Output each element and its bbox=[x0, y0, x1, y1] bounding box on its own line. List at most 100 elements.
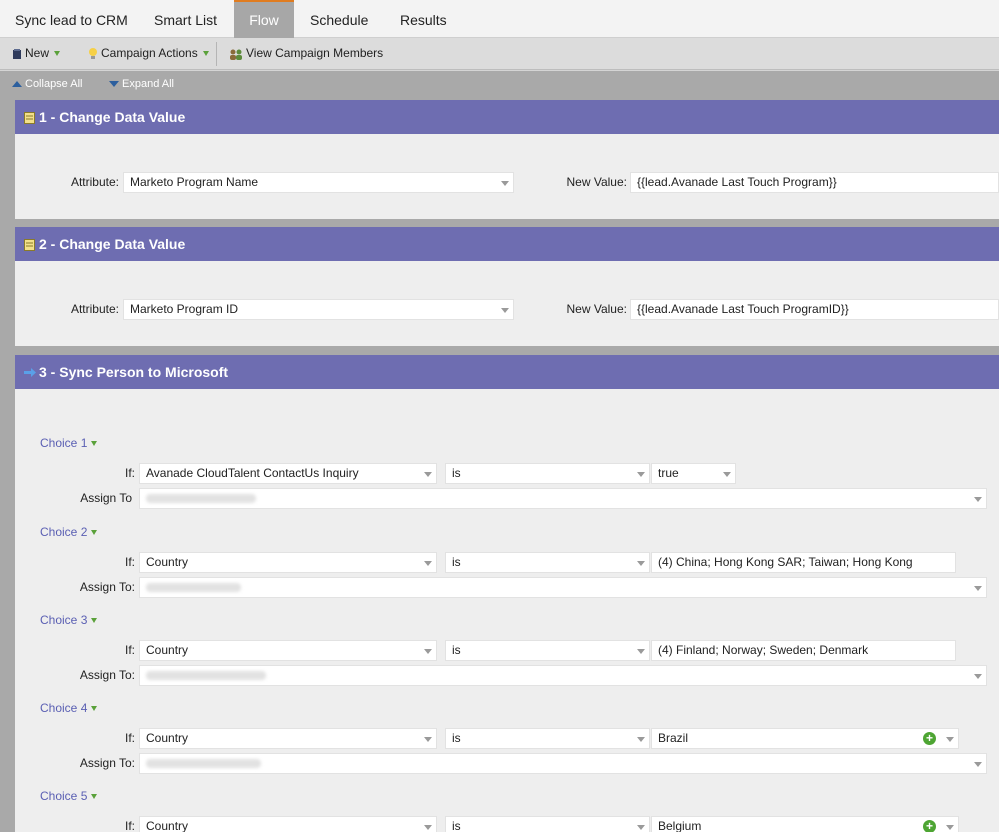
assign-to-label: Assign To bbox=[80, 491, 132, 505]
tab-sync-lead-to-crm[interactable]: Sync lead to CRM bbox=[1, 0, 142, 38]
operator-select[interactable]: is bbox=[445, 640, 650, 661]
attribute-label: Attribute: bbox=[70, 175, 119, 189]
redacted-user bbox=[146, 494, 256, 503]
assign-to-select[interactable] bbox=[139, 665, 987, 686]
choice-label: Choice 5 bbox=[40, 789, 88, 803]
choice-label: Choice 3 bbox=[40, 613, 88, 627]
if-label: If: bbox=[124, 731, 135, 745]
campaign-actions-button[interactable]: Campaign Actions bbox=[88, 38, 209, 69]
attribute-label: Attribute: bbox=[70, 302, 119, 316]
tab-smart-list[interactable]: Smart List bbox=[140, 0, 231, 38]
lightbulb-icon bbox=[89, 48, 97, 60]
tab-schedule[interactable]: Schedule bbox=[296, 0, 382, 38]
chevron-down-icon bbox=[501, 177, 509, 186]
operator-select[interactable]: is bbox=[445, 816, 650, 832]
new-value-input[interactable]: {{lead.Avanade Last Touch ProgramID}} bbox=[630, 299, 999, 320]
new-value-text: {{lead.Avanade Last Touch Program}} bbox=[637, 175, 837, 189]
choice-label: Choice 2 bbox=[40, 525, 88, 539]
operator-select[interactable]: is bbox=[445, 552, 650, 573]
flow-controls-bar: Collapse All Expand All bbox=[0, 71, 999, 99]
expand-all-label: Expand All bbox=[122, 78, 174, 90]
chevron-down-icon bbox=[91, 706, 98, 712]
step-header[interactable]: 2 - Change Data Value bbox=[15, 227, 999, 261]
condition-field-select[interactable]: Avanade CloudTalent ContactUs Inquiry bbox=[139, 463, 437, 484]
operator-select[interactable]: is bbox=[445, 728, 650, 749]
choice-2-toggle[interactable]: Choice 2 bbox=[40, 524, 98, 540]
choice-5-toggle[interactable]: Choice 5 bbox=[40, 788, 98, 804]
assign-to-select[interactable] bbox=[139, 577, 987, 598]
condition-field-value: Country bbox=[146, 555, 189, 569]
chevron-down-icon bbox=[91, 530, 98, 536]
add-value-icon[interactable]: + bbox=[923, 820, 936, 832]
redacted-user bbox=[146, 759, 261, 768]
chevron-down-icon bbox=[637, 468, 645, 477]
view-campaign-members-button[interactable]: View Campaign Members bbox=[229, 38, 383, 69]
tab-flow[interactable]: Flow bbox=[234, 0, 294, 38]
step-header[interactable]: 3 - Sync Person to Microsoft bbox=[15, 355, 999, 389]
assign-to-label: Assign To: bbox=[79, 668, 135, 682]
condition-field-select[interactable]: Country bbox=[139, 640, 437, 661]
chevron-down-icon bbox=[424, 557, 432, 566]
condition-value-text: Brazil bbox=[658, 731, 689, 745]
choice-label: Choice 4 bbox=[40, 701, 88, 715]
campaign-actions-label: Campaign Actions bbox=[101, 46, 198, 60]
chevron-down-icon bbox=[54, 51, 61, 57]
chevron-down-icon bbox=[723, 468, 731, 477]
step-title: 2 - Change Data Value bbox=[39, 236, 186, 252]
new-value-label: New Value: bbox=[566, 175, 627, 189]
condition-value-select[interactable]: Brazil + bbox=[651, 728, 959, 749]
condition-value-input[interactable]: (4) China; Hong Kong SAR; Taiwan; Hong K… bbox=[651, 552, 956, 573]
sync-arrow-icon bbox=[24, 368, 36, 377]
new-value-text: {{lead.Avanade Last Touch ProgramID}} bbox=[637, 302, 849, 316]
step-header[interactable]: 1 - Change Data Value bbox=[15, 100, 999, 134]
chevron-down-icon bbox=[91, 441, 98, 447]
attribute-value: Marketo Program Name bbox=[130, 175, 259, 189]
operator-select[interactable]: is bbox=[445, 463, 650, 484]
collapse-icon bbox=[12, 81, 22, 88]
assign-to-select[interactable] bbox=[139, 488, 987, 509]
chevron-down-icon bbox=[637, 733, 645, 742]
condition-field-select[interactable]: Country bbox=[139, 816, 437, 832]
chevron-down-icon bbox=[501, 304, 509, 313]
flow-step-2: 2 - Change Data Value Attribute: Marketo… bbox=[15, 227, 999, 346]
chevron-down-icon bbox=[974, 758, 982, 767]
chevron-down-icon bbox=[91, 618, 98, 624]
condition-value-text: (4) Finland; Norway; Sweden; Denmark bbox=[658, 643, 869, 657]
new-document-icon bbox=[13, 48, 21, 59]
chevron-down-icon bbox=[424, 468, 432, 477]
condition-field-value: Avanade CloudTalent ContactUs Inquiry bbox=[146, 466, 359, 480]
condition-value-select[interactable]: Belgium + bbox=[651, 816, 959, 832]
chevron-down-icon bbox=[202, 51, 209, 57]
condition-value-input[interactable]: (4) Finland; Norway; Sweden; Denmark bbox=[651, 640, 956, 661]
toolbar-divider bbox=[216, 42, 217, 66]
redacted-user bbox=[146, 671, 266, 680]
flow-step-3: 3 - Sync Person to Microsoft Choice 1 If… bbox=[15, 355, 999, 832]
choice-3-toggle[interactable]: Choice 3 bbox=[40, 612, 98, 628]
new-menu-button[interactable]: New bbox=[12, 38, 61, 69]
condition-field-value: Country bbox=[146, 643, 189, 657]
assign-to-select[interactable] bbox=[139, 753, 987, 774]
attribute-select[interactable]: Marketo Program ID bbox=[123, 299, 514, 320]
choice-4-toggle[interactable]: Choice 4 bbox=[40, 700, 98, 716]
choice-label: Choice 1 bbox=[40, 436, 88, 450]
change-data-value-icon bbox=[24, 112, 35, 124]
add-value-icon[interactable]: + bbox=[923, 732, 936, 745]
chevron-down-icon bbox=[424, 821, 432, 830]
if-label: If: bbox=[124, 819, 135, 832]
chevron-down-icon bbox=[424, 645, 432, 654]
chevron-down-icon bbox=[424, 733, 432, 742]
redacted-user bbox=[146, 583, 241, 592]
choice-1-toggle[interactable]: Choice 1 bbox=[40, 435, 98, 451]
attribute-select[interactable]: Marketo Program Name bbox=[123, 172, 514, 193]
operator-value: is bbox=[452, 466, 461, 480]
new-value-input[interactable]: {{lead.Avanade Last Touch Program}} bbox=[630, 172, 999, 193]
condition-field-value: Country bbox=[146, 731, 189, 745]
toolbar: New Campaign Actions View Campaign Membe… bbox=[0, 38, 999, 70]
condition-field-select[interactable]: Country bbox=[139, 552, 437, 573]
expand-all-button[interactable]: Expand All bbox=[109, 77, 174, 91]
tab-results[interactable]: Results bbox=[386, 0, 461, 38]
operator-value: is bbox=[452, 819, 461, 832]
condition-field-select[interactable]: Country bbox=[139, 728, 437, 749]
condition-value-select[interactable]: true bbox=[651, 463, 736, 484]
collapse-all-button[interactable]: Collapse All bbox=[12, 77, 82, 91]
